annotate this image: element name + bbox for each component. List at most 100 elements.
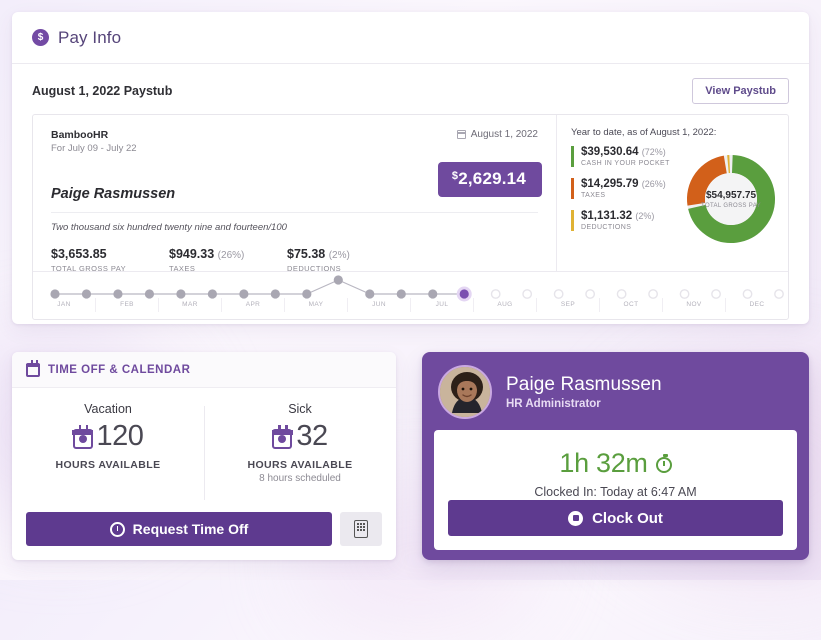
paystub-details: BambooHR For July 09 - July 22 August 1,… <box>33 115 556 273</box>
elapsed-time: 1h 32m <box>559 448 672 479</box>
vacation-label: Vacation <box>84 402 132 416</box>
employee-identity: Paige Rasmussen HR Administrator <box>506 374 662 410</box>
calendar-clock-icon <box>271 424 293 449</box>
time-off-title: TIME OFF & CALENDAR <box>48 363 191 376</box>
timeline-point[interactable] <box>679 289 690 299</box>
time-off-body: Vacation 120 HOURS AVAILABLE Sick 32 HOU… <box>12 388 396 516</box>
time-off-header: TIME OFF & CALENDAR <box>12 352 396 388</box>
employee-profile-header: Paige Rasmussen HR Administrator <box>422 352 809 430</box>
time-off-card: TIME OFF & CALENDAR Vacation 120 HOURS A… <box>12 352 396 560</box>
avatar-image <box>440 367 490 417</box>
stopwatch-icon <box>655 454 672 473</box>
request-time-off-label: Request Time Off <box>132 521 249 537</box>
vacation-balance: Vacation 120 HOURS AVAILABLE <box>12 402 204 516</box>
total-taxes: $949.33 (26%) TAXES <box>169 247 287 273</box>
time-off-actions: Request Time Off <box>26 512 382 546</box>
ytd-cash-value: $39,530.64 <box>581 146 639 158</box>
timeline-month-label: OCT <box>599 298 662 312</box>
sick-hours-label: HOURS AVAILABLE <box>247 459 353 471</box>
ytd-taxes-value: $14,295.79 <box>581 178 639 190</box>
ytd-donut-chart: $54,957.75 TOTAL GROSS PAY <box>684 152 778 246</box>
taxes-percent: (26%) <box>217 250 245 261</box>
timeline-point[interactable] <box>333 275 343 285</box>
timeline-month-label: APR <box>221 298 284 312</box>
timeline-month-labels: JAN FEB MAR APR MAY JUN JUL AUG SEP OCT NOV DEC <box>33 298 788 312</box>
vacation-count-row: 120 <box>12 420 204 453</box>
timeline-point[interactable] <box>553 289 564 299</box>
timeline-month-label: NOV <box>662 298 725 312</box>
paystub-subheader: August 1, 2022 Paystub View Paystub <box>12 64 809 114</box>
ytd-title: Year to date, as of August 1, 2022: <box>571 127 717 138</box>
elapsed-time-value: 1h 32m <box>559 448 648 478</box>
paystub-totals: $3,653.85 TOTAL GROSS PAY $949.33 (26%) … <box>51 247 538 273</box>
deductions-value: $75.38 <box>287 247 326 261</box>
timeline-month-label: JAN <box>57 301 71 308</box>
timeline-point[interactable] <box>522 289 533 299</box>
calendar-clock-icon <box>72 424 94 449</box>
sick-note: 8 hours scheduled <box>259 473 341 484</box>
amount-in-words: Two thousand six hundred twenty nine and… <box>51 212 538 233</box>
timeline-point[interactable] <box>490 289 501 299</box>
employee-role: HR Administrator <box>506 398 601 410</box>
ytd-deductions-percent: (2%) <box>635 211 655 221</box>
timeline-month-label: MAY <box>284 298 347 312</box>
paystub-top: BambooHR For July 09 - July 22 August 1,… <box>33 115 788 273</box>
request-time-off-button[interactable]: Request Time Off <box>26 512 332 546</box>
page-title: Pay Info <box>58 27 122 47</box>
timeline-point[interactable] <box>742 289 753 299</box>
clock-arrow-icon <box>109 521 125 537</box>
timeline-month-label: FEB <box>95 298 158 312</box>
calendar-icon <box>26 359 40 377</box>
donut-svg <box>687 155 775 243</box>
timeline-point[interactable] <box>648 289 658 299</box>
dollar-badge-icon: $ <box>32 29 49 46</box>
avatar[interactable] <box>438 365 492 419</box>
net-pay-value: 2,629.14 <box>458 169 526 188</box>
taxes-value: $949.33 <box>169 247 215 261</box>
total-gross-pay: $3,653.85 TOTAL GROSS PAY <box>51 247 169 273</box>
total-deductions: $75.38 (2%) DEDUCTIONS <box>287 247 417 273</box>
ytd-taxes-label: TAXES <box>581 192 606 199</box>
calendar-icon <box>456 130 466 139</box>
ytd-deductions-label: DEDUCTIONS <box>581 224 632 231</box>
ytd-cash-in-pocket: $39,530.64 (72%) CASH IN YOUR POCKET <box>571 146 684 167</box>
employee-name: Paige Rasmussen <box>506 374 662 395</box>
view-paystub-button[interactable]: View Paystub <box>692 78 789 104</box>
clocked-in-status: Clocked In: Today at 6:47 AM <box>534 485 697 499</box>
clock-panel: 1h 32m Clocked In: Today at 6:47 AM Cloc… <box>434 430 797 550</box>
timeline-month-label: JUL <box>410 298 473 312</box>
timeline-point[interactable] <box>711 289 721 299</box>
timeline-month-label: SEP <box>536 298 599 312</box>
timeline-point[interactable] <box>774 289 784 299</box>
timeline-month-label: MAR <box>158 298 221 312</box>
paystub-date-label: August 1, 2022 Paystub <box>32 84 173 98</box>
pay-period: For July 09 - July 22 <box>51 143 137 154</box>
ytd-taxes: $14,295.79 (26%) TAXES <box>571 178 684 199</box>
sick-label: Sick <box>288 402 312 416</box>
ytd-body: $39,530.64 (72%) CASH IN YOUR POCKET $14… <box>571 146 778 246</box>
total-gross-pay-value: $3,653.85 <box>51 247 107 261</box>
ytd-deductions-value: $1,131.32 <box>581 210 633 222</box>
timeline-month-label: JUN <box>347 298 410 312</box>
ytd-taxes-percent: (26%) <box>641 179 666 189</box>
clock-out-button[interactable]: Clock Out <box>448 500 783 536</box>
deductions-percent: (2%) <box>328 250 350 261</box>
timeline-point[interactable] <box>616 289 627 299</box>
calculator-button[interactable] <box>340 512 382 546</box>
vacation-hours: 120 <box>96 420 144 452</box>
ytd-cash-percent: (72%) <box>641 147 666 157</box>
paystub-timeline[interactable]: JAN FEB MAR APR MAY JUN JUL AUG SEP OCT NOV DEC <box>33 271 788 319</box>
year-to-date-panel: Year to date, as of August 1, 2022: $39,… <box>556 115 788 271</box>
timeline-point[interactable] <box>585 289 596 299</box>
stop-icon <box>568 510 584 526</box>
paystub-date-text: August 1, 2022 <box>470 129 538 140</box>
ytd-cash-label: CASH IN YOUR POCKET <box>581 160 670 167</box>
clock-out-label: Clock Out <box>592 509 663 527</box>
calculator-icon <box>354 520 368 538</box>
timeline-month-label: DEC <box>725 298 788 312</box>
pay-info-card: $ Pay Info August 1, 2022 Paystub View P… <box>12 12 809 324</box>
net-pay-amount: $2,629.14 <box>437 162 542 197</box>
paystub-preview[interactable]: BambooHR For July 09 - July 22 August 1,… <box>32 114 789 320</box>
timeline-month-label: AUG <box>473 298 536 312</box>
paystub-date: August 1, 2022 <box>456 129 538 140</box>
